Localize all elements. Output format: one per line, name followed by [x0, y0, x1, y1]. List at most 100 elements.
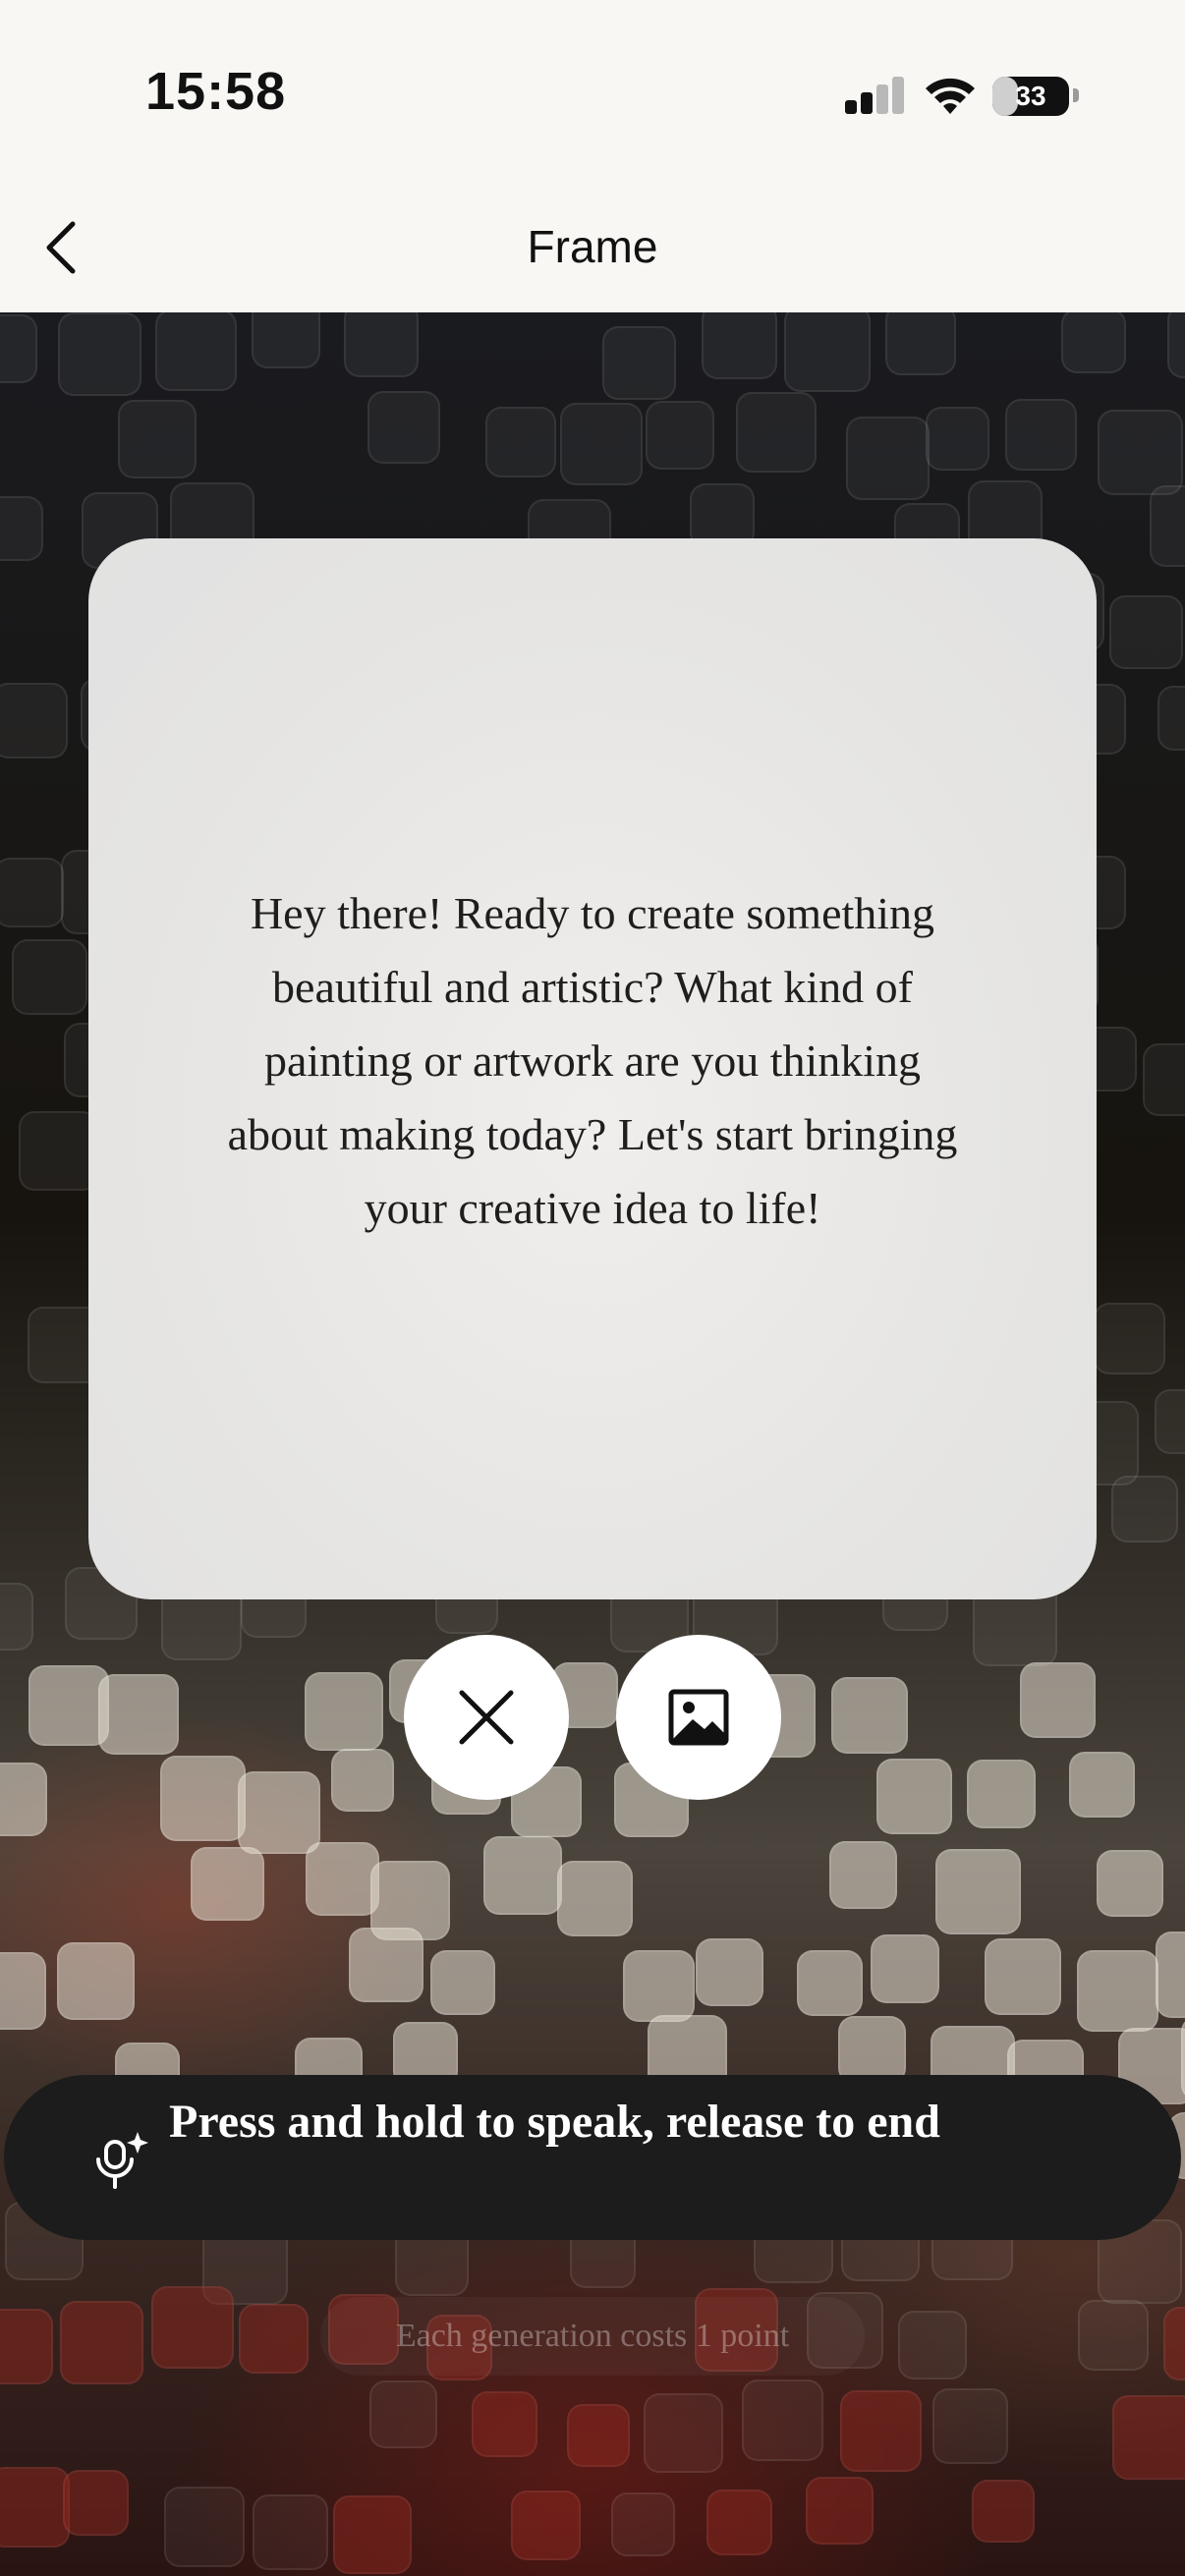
- mosaic-tile: [482, 1835, 562, 1915]
- mosaic-tile: [806, 2476, 875, 2545]
- mosaic-tile: [472, 2390, 538, 2457]
- mosaic-tile: [1155, 1389, 1185, 1455]
- mosaic-tile: [28, 1665, 110, 1747]
- mosaic-tile: [695, 1937, 763, 2006]
- status-icons: 33: [843, 75, 1079, 118]
- mosaic-tile: [484, 407, 556, 478]
- mosaic-tile: [1143, 1042, 1185, 1116]
- mosaic-tile: [1060, 312, 1126, 373]
- mosaic-tile: [935, 1849, 1022, 1935]
- mosaic-tile: [830, 1676, 908, 1754]
- mosaic-tile: [925, 407, 989, 472]
- mosaic-tile: [62, 2470, 129, 2537]
- mosaic-tile: [0, 1583, 34, 1652]
- wifi-icon: [926, 78, 975, 114]
- mosaic-tile: [1180, 2015, 1185, 2100]
- assistant-message: Hey there! Ready to create something bea…: [227, 887, 958, 1233]
- mosaic-tile: [511, 2491, 582, 2561]
- close-icon: [459, 1690, 514, 1745]
- mosaic-tile: [154, 312, 237, 392]
- mosaic-tile: [429, 1950, 495, 2016]
- top-bar: 15:58 33 Frame: [0, 0, 1185, 312]
- mosaic-tile: [705, 2490, 772, 2556]
- press-to-talk-button[interactable]: Press and hold to speak, release to end: [4, 2075, 1181, 2240]
- mosaic-tile: [845, 417, 930, 501]
- mosaic-tile: [305, 1842, 379, 1917]
- mosaic-tile: [622, 1950, 695, 2023]
- mosaic-tile: [151, 2286, 235, 2370]
- cost-note: Each generation costs 1 point: [320, 2297, 865, 2376]
- mosaic-tile: [1098, 410, 1183, 496]
- mosaic-tile: [160, 1756, 247, 1842]
- mosaic-tile: [971, 2479, 1035, 2543]
- mic-sparkle-icon: [96, 2132, 148, 2189]
- mosaic-tile: [349, 1928, 424, 2003]
- mosaic-tile: [784, 312, 872, 393]
- mosaic-tile: [797, 1950, 864, 2017]
- page-title: Frame: [527, 221, 658, 272]
- mosaic-tile: [1005, 398, 1078, 471]
- mosaic-tile: [1094, 1303, 1166, 1375]
- mosaic-tile: [1078, 2300, 1150, 2372]
- mosaic-tile: [610, 2492, 675, 2557]
- mosaic-tile: [0, 682, 69, 758]
- mosaic-tile: [238, 1770, 320, 1854]
- mosaic-tile: [828, 1840, 897, 1909]
- mosaic-tile: [97, 1673, 179, 1755]
- close-button[interactable]: [404, 1635, 569, 1800]
- mosaic-tile: [839, 2390, 922, 2473]
- mosaic-tile: [0, 1952, 46, 2031]
- mosaic-tile: [931, 2388, 1008, 2465]
- mosaic-tile: [239, 2303, 310, 2374]
- mosaic-tile: [343, 312, 419, 377]
- mosaic-tile: [0, 495, 44, 561]
- mosaic-tile: [1157, 685, 1185, 751]
- mosaic-tile: [332, 2495, 412, 2575]
- mosaic-tile: [967, 1760, 1037, 1829]
- mosaic-tile: [56, 1942, 135, 2021]
- mosaic-tile: [305, 1672, 384, 1752]
- mosaic-tile: [701, 312, 777, 379]
- mosaic-tile: [0, 2308, 54, 2384]
- mosaic-tile: [191, 1847, 265, 1922]
- mosaic-tile: [645, 401, 714, 471]
- message-card: Hey there! Ready to create something bea…: [88, 538, 1097, 1599]
- mosaic-tile: [560, 402, 644, 485]
- mosaic-tile: [58, 312, 142, 397]
- mosaic-tile: [330, 1749, 394, 1813]
- mosaic-tile: [117, 400, 197, 479]
- mosaic-tile: [251, 312, 320, 369]
- mosaic-tile: [736, 391, 818, 473]
- mosaic-tile: [1166, 312, 1185, 379]
- mosaic-tile: [984, 1938, 1061, 2016]
- mosaic-tile: [18, 1111, 98, 1191]
- mosaic-tile: [367, 390, 441, 464]
- mosaic-tile: [60, 2301, 143, 2385]
- mosaic-tile: [870, 1934, 939, 2004]
- mosaic-tile: [253, 2493, 329, 2570]
- mosaic-tile: [0, 2467, 70, 2548]
- mosaic-tile: [876, 1758, 953, 1834]
- battery-level: 33: [1015, 81, 1046, 111]
- mosaic-tile: [1076, 1949, 1158, 2032]
- mosaic-tile: [557, 1861, 634, 1937]
- image-icon: [668, 1689, 729, 1746]
- mosaic-tile: [643, 2393, 723, 2474]
- mosaic-tile: [1156, 1931, 1185, 2018]
- image-upload-button[interactable]: [616, 1635, 781, 1800]
- battery-icon: 33: [992, 77, 1069, 116]
- mosaic-tile: [1162, 2306, 1185, 2380]
- mosaic-tile: [1097, 1850, 1164, 1918]
- mosaic-tile: [1068, 1751, 1135, 1818]
- mosaic-tile: [369, 2380, 438, 2448]
- mosaic-tile: [1149, 484, 1185, 567]
- press-to-talk-label: Press and hold to speak, release to end: [169, 2096, 940, 2148]
- mosaic-tile: [566, 2403, 630, 2467]
- mosaic-tile: [0, 313, 38, 383]
- mosaic-tile: [601, 326, 676, 401]
- cellular-signal-icon: [843, 75, 904, 118]
- mosaic-tile: [1020, 1661, 1097, 1738]
- mosaic-tile: [1109, 595, 1184, 670]
- mosaic-tile: [885, 312, 957, 375]
- mosaic-tile: [742, 2380, 824, 2462]
